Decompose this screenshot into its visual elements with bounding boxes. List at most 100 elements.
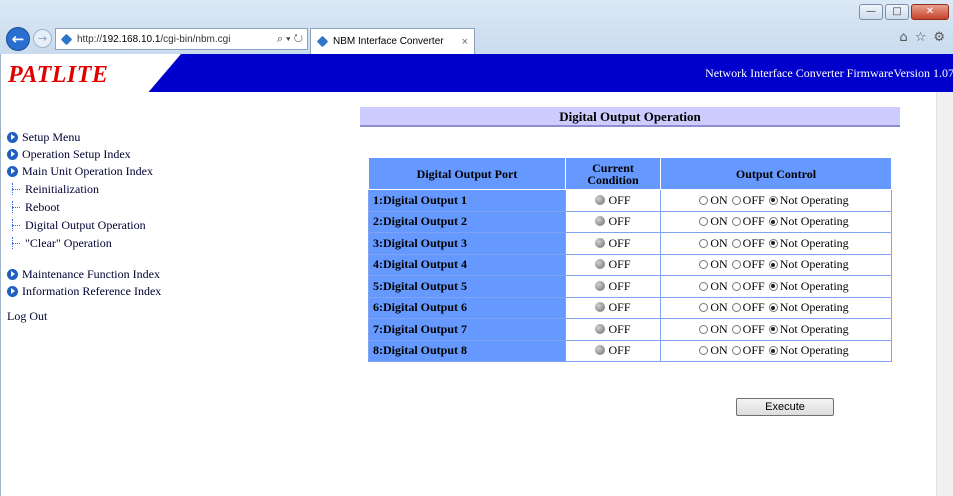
radio-label: ON [710, 343, 728, 358]
radio-button[interactable] [768, 281, 778, 291]
radio-option-on[interactable]: ON [699, 322, 728, 336]
forward-button[interactable]: → [33, 29, 52, 48]
radio-button[interactable] [731, 324, 741, 334]
back-button[interactable]: ← [6, 27, 30, 51]
nav-sub-digital-output-operation[interactable]: Digital Output Operation [7, 216, 161, 234]
nav-sub-label[interactable]: Reinitialization [25, 182, 99, 197]
radio-button[interactable] [731, 260, 741, 270]
nav-operation-setup-index[interactable]: Operation Setup Index [7, 146, 161, 163]
address-search-refresh-icons[interactable]: ⌕ ▾ ↻ [277, 33, 303, 46]
radio-option-on[interactable]: ON [699, 343, 728, 358]
nav-sub-clear-operation[interactable]: "Clear" Operation [7, 234, 161, 252]
radio-option-on[interactable]: ON [699, 193, 728, 207]
radio-button[interactable] [768, 303, 778, 313]
nav-sub-reboot[interactable]: Reboot [7, 198, 161, 216]
nav-main-unit-operation-index[interactable]: Main Unit Operation Index [7, 163, 161, 180]
execute-button[interactable]: Execute [736, 398, 834, 416]
radio-option-not-operating[interactable]: Not Operating [768, 300, 849, 314]
nav-label[interactable]: Main Unit Operation Index [22, 164, 153, 179]
condition-text: OFF [608, 192, 631, 207]
current-condition: OFF [565, 318, 661, 341]
output-control: ON OFF Not Operating [660, 253, 892, 276]
radio-button[interactable] [768, 324, 778, 334]
radio-option-on[interactable]: ON [699, 300, 728, 315]
radio-button[interactable] [768, 238, 778, 248]
radio-label: Not Operating [779, 192, 849, 207]
radio-button[interactable] [731, 195, 741, 205]
radio-option-off[interactable]: OFF [731, 236, 765, 250]
radio-button[interactable] [731, 303, 741, 313]
radio-option-not-operating[interactable]: Not Operating [768, 236, 849, 250]
radio-button[interactable] [699, 260, 709, 270]
radio-label: OFF [742, 214, 765, 229]
close-window-button[interactable]: ✕ [911, 4, 949, 20]
radio-option-not-operating[interactable]: Not Operating [768, 279, 849, 293]
vertical-scrollbar[interactable] [936, 92, 953, 496]
nav-maintenance-function-index[interactable]: Maintenance Function Index [7, 266, 161, 283]
radio-button[interactable] [699, 281, 709, 291]
radio-option-not-operating[interactable]: Not Operating [768, 257, 849, 271]
nav-label[interactable]: Information Reference Index [22, 284, 161, 299]
radio-option-not-operating[interactable]: Not Operating [768, 322, 849, 336]
address-host: 192.168.10.1 [102, 33, 161, 45]
log-out-link[interactable]: Log Out [7, 309, 47, 324]
patlite-logo: PATLITE [1, 54, 181, 92]
radio-option-on[interactable]: ON [699, 257, 728, 271]
radio-option-off[interactable]: OFF [731, 193, 765, 207]
settings-gear-icon[interactable]: ⚙ [933, 30, 945, 45]
radio-button[interactable] [768, 195, 778, 205]
maximize-button[interactable]: □ [885, 4, 909, 20]
radio-option-off[interactable]: OFF [731, 300, 765, 314]
condition-text: OFF [608, 235, 631, 250]
radio-button[interactable] [699, 238, 709, 248]
tree-branch-icon [10, 237, 22, 249]
radio-option-off[interactable]: OFF [731, 322, 765, 336]
radio-button[interactable] [731, 281, 741, 291]
nav-sub-reinitialization[interactable]: Reinitialization [7, 180, 161, 198]
radio-button[interactable] [731, 238, 741, 248]
tree-branch-icon [10, 183, 22, 195]
radio-option-not-operating[interactable]: Not Operating [768, 214, 849, 228]
nav-sub-label[interactable]: "Clear" Operation [25, 236, 112, 251]
radio-option-off[interactable]: OFF [731, 214, 765, 229]
radio-button[interactable] [731, 217, 741, 227]
table-row: 6:Digital Output 6 OFF ON OFF Not Operating [368, 296, 892, 319]
current-condition: OFF [565, 189, 661, 212]
radio-option-not-operating[interactable]: Not Operating [768, 343, 849, 357]
home-icon[interactable]: ⌂ [899, 30, 907, 45]
output-control: ON OFF Not Operating [660, 296, 892, 319]
favorites-star-icon[interactable]: ☆ [915, 30, 927, 45]
address-bar[interactable]: http://192.168.10.1/cgi-bin/nbm.cgi ⌕ ▾ … [55, 28, 308, 50]
radio-option-on[interactable]: ON [699, 279, 728, 293]
radio-button[interactable] [699, 303, 709, 313]
radio-button[interactable] [699, 195, 709, 205]
minimize-button[interactable]: — [859, 4, 883, 20]
nav-label[interactable]: Operation Setup Index [22, 147, 131, 162]
radio-button[interactable] [768, 217, 778, 227]
nav-label[interactable]: Maintenance Function Index [22, 267, 160, 282]
page-viewport: PATLITE Network Interface Converter Firm… [0, 54, 953, 496]
port-name: 4:Digital Output 4 [368, 253, 566, 276]
radio-button[interactable] [768, 346, 778, 356]
port-name: 8:Digital Output 8 [368, 339, 566, 362]
radio-button[interactable] [731, 346, 741, 356]
radio-button[interactable] [699, 324, 709, 334]
radio-option-off[interactable]: OFF [731, 279, 765, 293]
radio-label: ON [710, 300, 728, 315]
nav-sub-label[interactable]: Reboot [25, 200, 60, 215]
radio-option-off[interactable]: OFF [731, 257, 765, 271]
radio-button[interactable] [699, 217, 709, 227]
radio-option-on[interactable]: ON [699, 236, 728, 250]
tab-nbm-interface-converter[interactable]: NBM Interface Converter × [310, 28, 475, 54]
radio-option-off[interactable]: OFF [731, 343, 765, 357]
nav-information-reference-index[interactable]: Information Reference Index [7, 283, 161, 300]
radio-option-on[interactable]: ON [699, 214, 728, 228]
nav-log-out[interactable]: Log Out [7, 308, 161, 325]
nav-label[interactable]: Setup Menu [22, 130, 80, 145]
radio-button[interactable] [699, 346, 709, 356]
nav-sub-label[interactable]: Digital Output Operation [25, 218, 146, 233]
nav-setup-menu[interactable]: Setup Menu [7, 129, 161, 146]
radio-button[interactable] [768, 260, 778, 270]
radio-option-not-operating[interactable]: Not Operating [768, 192, 849, 207]
tab-close-icon[interactable]: × [462, 36, 468, 48]
